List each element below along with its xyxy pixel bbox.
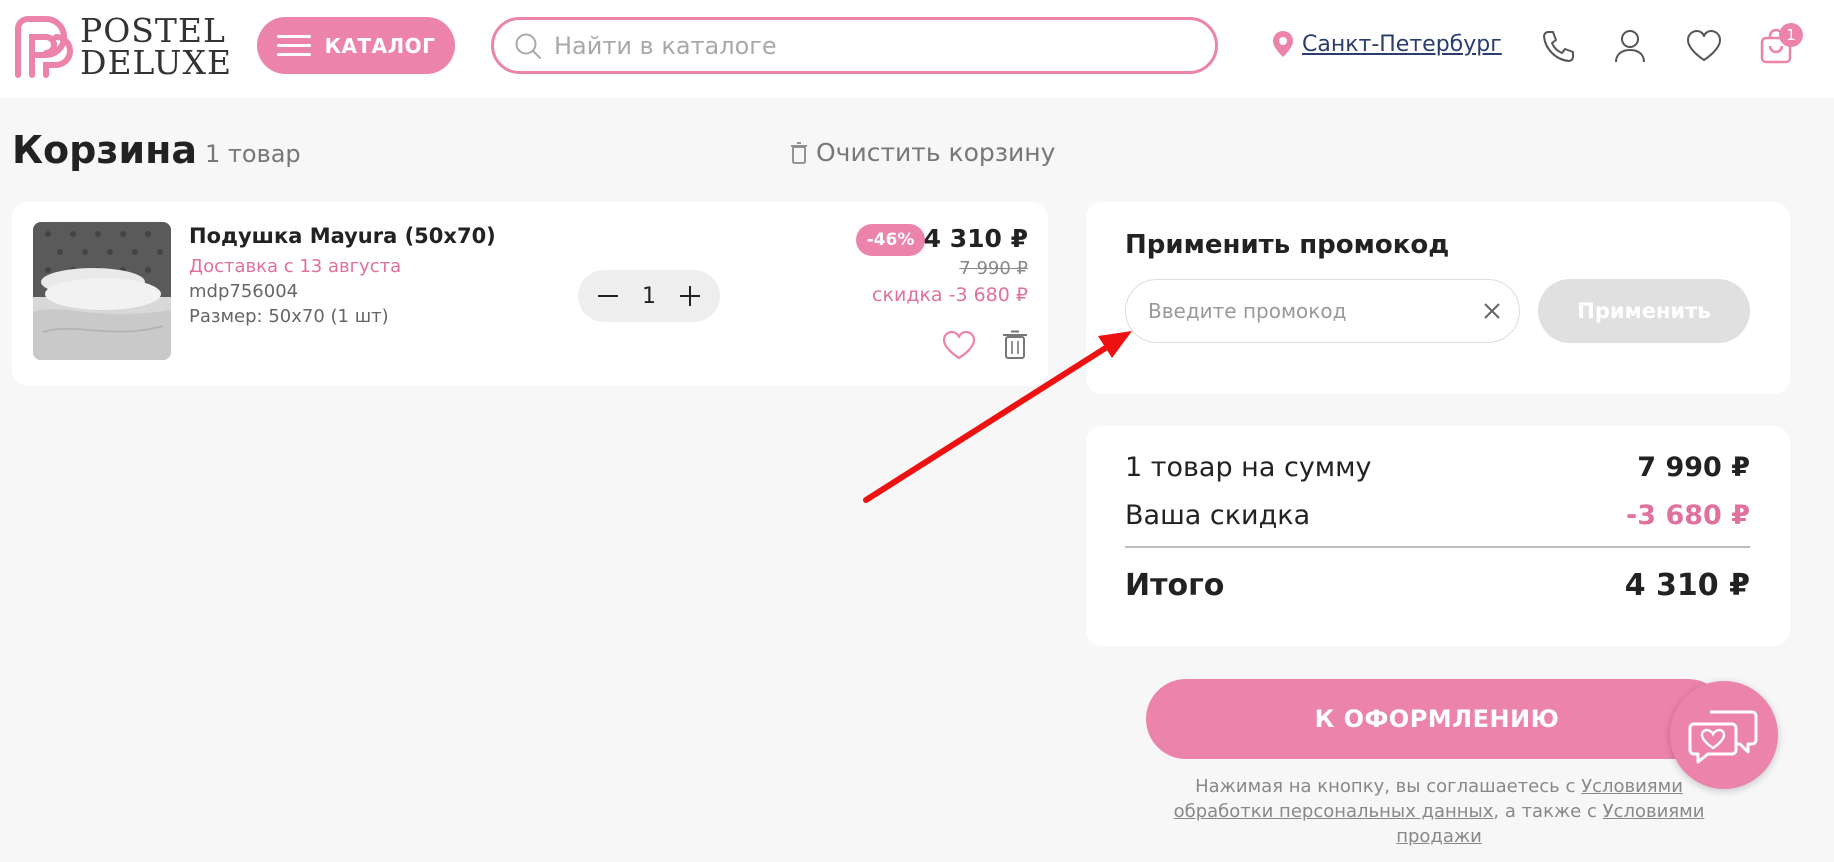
product-price: 4 310 ₽ (923, 224, 1028, 253)
page-title: Корзина (12, 128, 197, 172)
city-selector[interactable]: Санкт-Петербург (1272, 30, 1502, 58)
clear-cart-button[interactable]: Очистить корзину (790, 138, 1055, 167)
apply-promo-button[interactable]: Применить (1538, 279, 1750, 343)
summary-total-label: Итого (1125, 568, 1225, 603)
catalog-button[interactable]: КАТАЛОГ (257, 17, 455, 74)
city-link[interactable]: Санкт-Петербург (1302, 32, 1502, 57)
delivery-date: Доставка с 13 августа (189, 256, 402, 277)
summary-items-label: 1 товар на сумму (1125, 452, 1372, 483)
promo-title: Применить промокод (1125, 230, 1450, 260)
clear-promo-icon[interactable] (1483, 302, 1501, 320)
product-name[interactable]: Подушка Mayura (50x70) (189, 224, 496, 248)
search-input[interactable] (554, 31, 1154, 60)
checkout-button[interactable]: К ОФОРМЛЕНИЮ (1146, 679, 1728, 759)
quantity-stepper: 1 (578, 270, 720, 322)
heart-icon[interactable] (1684, 26, 1724, 66)
search-icon (515, 33, 541, 59)
quantity-value: 1 (642, 283, 656, 309)
increase-quantity-button[interactable] (678, 284, 702, 308)
product-size: Размер: 50x70 (1 шт) (189, 306, 389, 327)
catalog-label: КАТАЛОГ (324, 33, 436, 58)
site-header: POSTEL DELUXE КАТАЛОГ Санкт-Петербург (0, 0, 1834, 98)
summary-discount-row: Ваша скидка -3 680 ₽ (1125, 500, 1750, 531)
summary-items-row: 1 товар на сумму 7 990 ₽ (1125, 452, 1750, 483)
product-old-price: 7 990 ₽ (959, 258, 1028, 279)
user-icon[interactable] (1610, 26, 1650, 66)
summary-discount-label: Ваша скидка (1125, 500, 1311, 531)
search-bar (491, 17, 1218, 74)
order-summary: 1 товар на сумму 7 990 ₽ Ваша скидка -3 … (1086, 426, 1790, 646)
logo-line2: DELUXE (80, 43, 233, 82)
summary-total-value: 4 310 ₽ (1624, 568, 1750, 603)
remove-item-icon[interactable] (1002, 330, 1028, 360)
promo-code-field (1125, 279, 1520, 343)
summary-total-row: Итого 4 310 ₽ (1125, 568, 1750, 603)
add-to-favorites-icon[interactable] (942, 330, 976, 360)
product-sku: mdp756004 (189, 281, 299, 302)
product-discount: скидка -3 680 ₽ (872, 284, 1028, 306)
decrease-quantity-button[interactable] (596, 284, 620, 308)
summary-discount-value: -3 680 ₽ (1626, 500, 1750, 531)
cart-item: Подушка Mayura (50x70) Доставка с 13 авг… (12, 202, 1048, 386)
summary-divider (1125, 546, 1750, 548)
cart-count-badge: 1 (1779, 23, 1803, 47)
cart-item-count: 1 товар (205, 140, 301, 168)
promo-code-panel: Применить промокод Применить (1086, 202, 1790, 394)
product-image[interactable] (33, 222, 171, 360)
logo[interactable]: POSTEL DELUXE (12, 14, 231, 80)
clear-cart-label: Очистить корзину (816, 138, 1056, 167)
chat-bubbles-icon (1688, 710, 1758, 764)
discount-badge: -46% (856, 224, 925, 256)
chat-button[interactable] (1670, 681, 1778, 789)
phone-icon[interactable] (1538, 26, 1578, 66)
promo-code-input[interactable] (1148, 299, 1468, 323)
terms-notice: Нажимая на кнопку, вы соглашаетесь с Усл… (1173, 776, 1705, 847)
summary-items-value: 7 990 ₽ (1637, 452, 1750, 483)
menu-icon (276, 34, 311, 57)
logo-mark-icon (12, 15, 76, 79)
trash-icon (791, 141, 807, 164)
location-pin-icon (1273, 31, 1293, 57)
